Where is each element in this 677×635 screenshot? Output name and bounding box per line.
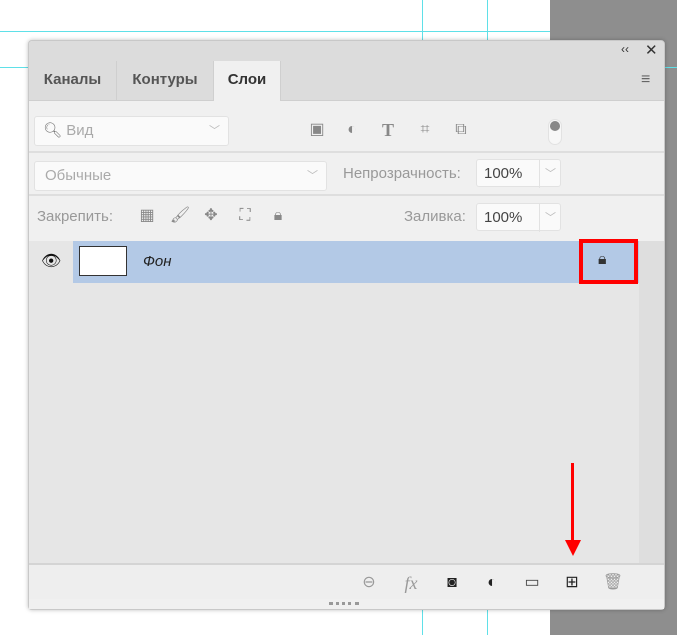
divider [29,194,664,196]
smart-object-filter-icon[interactable]: ⧉ [450,119,472,141]
opacity-input[interactable]: 100% ﹀ [476,159,561,188]
panel-menu-icon[interactable]: ≡ [641,71,650,89]
chevron-down-icon[interactable]: ﹀ [539,204,556,232]
tab-paths[interactable]: Контуры [117,61,214,101]
filter-label: Вид [66,122,94,139]
layer-thumbnail [79,246,127,276]
chevron-down-icon: ﹀ [307,170,318,182]
link-layers-icon[interactable]: ⊖ [357,571,381,595]
fill-label: Заливка: [404,208,466,225]
tab-layers[interactable]: Слои [214,61,281,102]
collapse-icon[interactable]: ‹‹ [621,42,629,56]
divider [29,151,664,153]
tab-channels[interactable]: Каналы [29,61,117,101]
lock-position-move-icon[interactable]: ✥ [200,205,222,227]
red-arrow-shaft [571,463,574,541]
layers-panel: ‹‹ ✕ Каналы Контуры Слои ≡ 🔍︎ Вид ﹀ ▣ ◐ … [28,40,665,610]
pixel-layer-filter-icon[interactable]: ▣ [306,119,328,141]
fill-value: 100% [484,209,523,226]
opacity-label: Непрозрачность: [343,165,461,182]
add-mask-icon[interactable]: ◙ [440,571,464,595]
lock-all-icon[interactable]: 🔒︎ [267,205,289,227]
guide-line [0,31,550,32]
lock-artboard-icon[interactable]: ⛶ [234,205,256,227]
visibility-column: 👁︎ [29,241,73,283]
adjustment-layer-filter-icon[interactable]: ◐ [341,119,363,141]
chevron-down-icon[interactable]: ﹀ [539,160,556,188]
lock-image-pixels-brush-icon[interactable]: 🖌︎ [169,205,191,227]
eye-visibility-icon[interactable]: 👁︎ [41,251,61,271]
filter-toggle[interactable] [548,119,562,145]
blend-mode-select[interactable]: Обычные ﹀ [34,161,327,191]
search-icon: 🔍︎ [43,122,63,139]
panel-titlebar[interactable]: ‹‹ ✕ [29,41,664,61]
highlight-box [579,239,638,284]
fill-input[interactable]: 100% ﹀ [476,203,561,232]
new-layer-icon[interactable]: ⊞ [560,571,584,595]
layer-row[interactable]: Фон 🔒︎ [73,239,639,284]
blend-mode-value: Обычные [45,167,112,184]
shape-layer-filter-icon[interactable]: ⌗ [414,119,436,141]
type-layer-filter-icon[interactable]: T [377,119,399,141]
new-group-folder-icon[interactable]: ▭ [520,571,544,595]
red-arrow-head [565,540,581,556]
toggle-knob [550,121,560,131]
adjustment-layer-icon[interactable]: ◐ [480,571,504,595]
layers-list: 👁︎ Фон 🔒︎ [29,239,639,563]
opacity-value: 100% [484,165,523,182]
close-icon[interactable]: ✕ [645,41,658,59]
layers-bottom-toolbar: ⊖ fx ◙ ◐ ▭ ⊞ 🗑︎ [29,563,664,599]
delete-layer-trash-icon[interactable]: 🗑︎ [601,571,625,595]
fx-layer-style-icon[interactable]: fx [399,571,423,595]
tab-bar: Каналы Контуры Слои ≡ [29,61,664,102]
chevron-down-icon: ﹀ [209,125,220,137]
layer-lock-icon[interactable]: 🔒︎ [598,251,607,269]
layer-filter-select[interactable]: 🔍︎ Вид ﹀ [34,116,229,146]
resize-grip[interactable] [329,602,359,605]
lock-transparent-pixels-icon[interactable]: ▦ [136,205,158,227]
lock-label: Закрепить: [37,208,114,225]
layers-scrollbar[interactable] [639,241,664,563]
layer-name[interactable]: Фон [143,253,172,270]
